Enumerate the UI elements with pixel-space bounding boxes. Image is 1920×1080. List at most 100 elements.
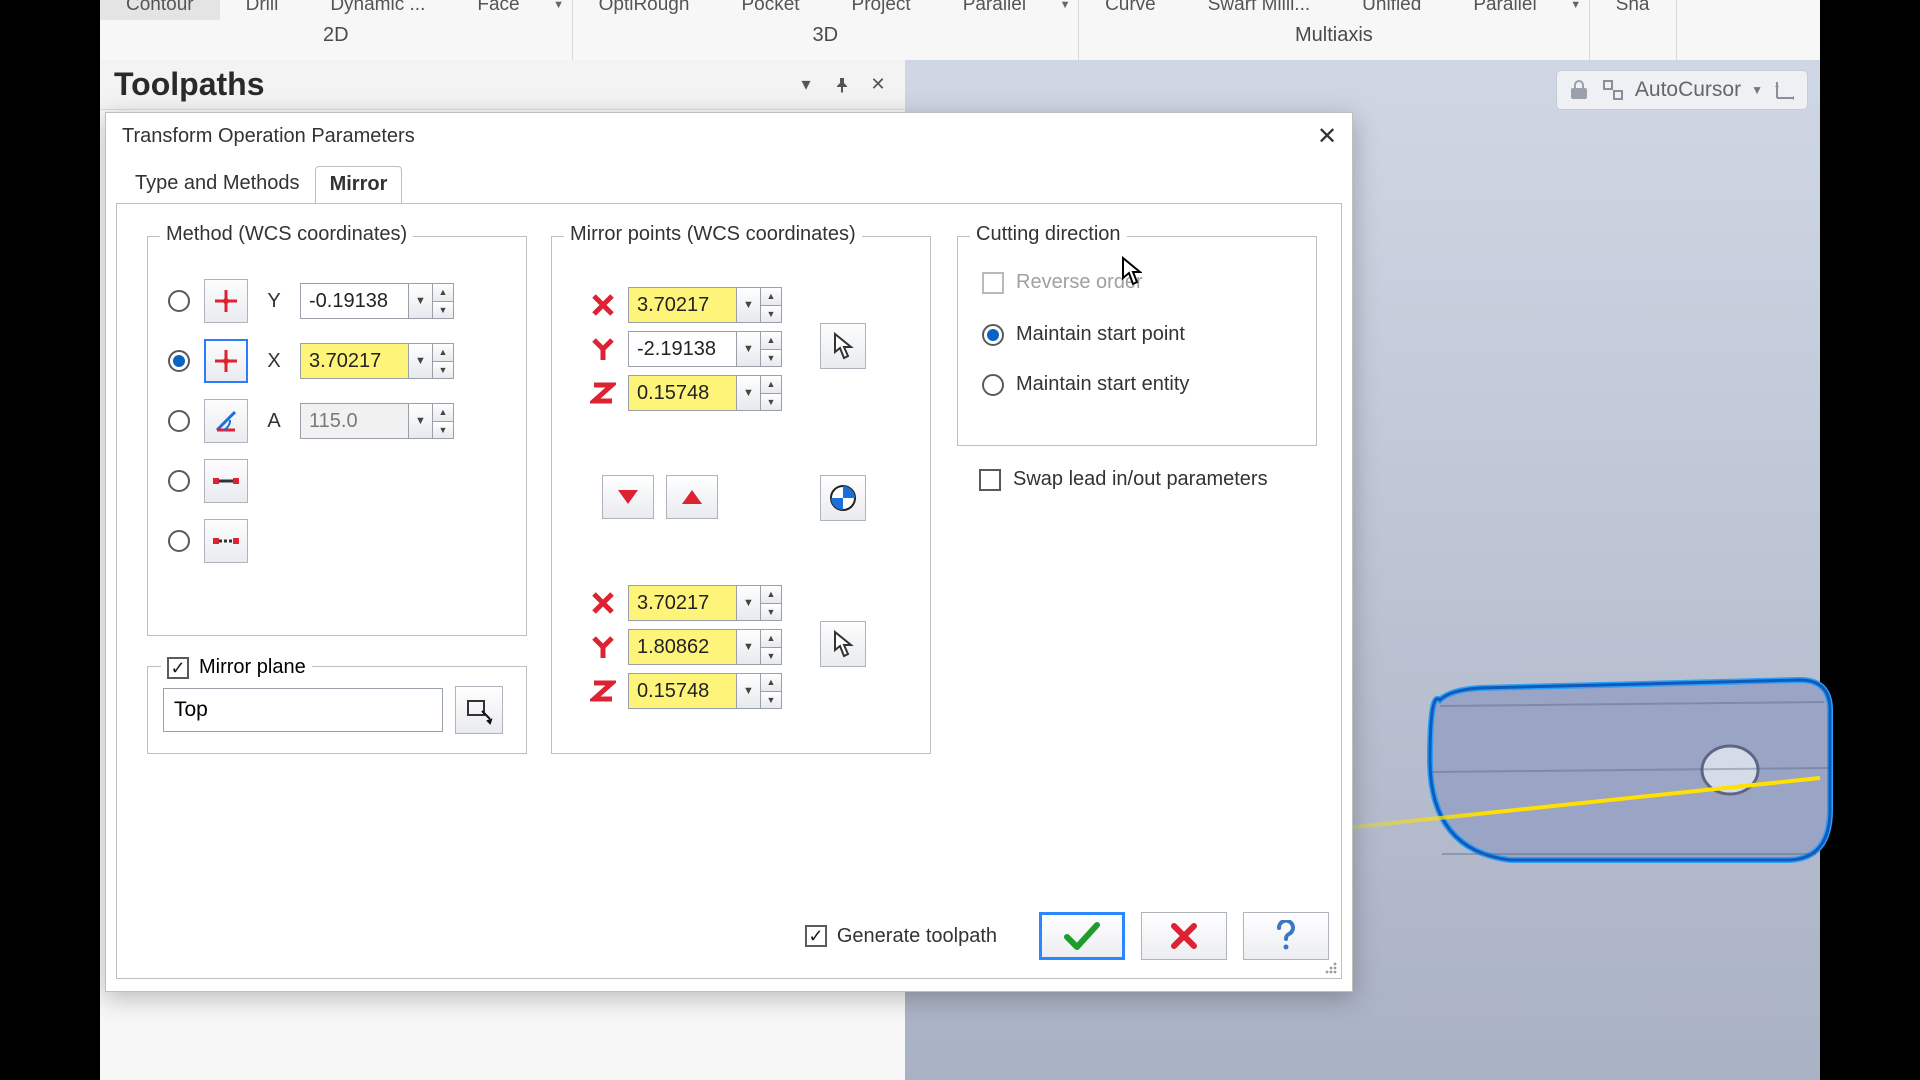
target-center-button[interactable] (820, 475, 866, 521)
method-icon-line[interactable] (204, 459, 248, 503)
method-y-down-icon[interactable]: ▼ (432, 301, 454, 320)
mp1-z-input[interactable] (628, 375, 736, 411)
ribbon-tab[interactable]: Swarf Milli... (1182, 0, 1336, 20)
method-y-dd-icon[interactable]: ▼ (408, 283, 432, 319)
mp2-pick-button[interactable] (820, 621, 866, 667)
method-icon-x[interactable] (204, 339, 248, 383)
generate-toolpath-row[interactable]: ✓ Generate toolpath (805, 925, 997, 948)
ribbon-group-dd-icon[interactable]: ▼ (1052, 0, 1078, 20)
method-x-input[interactable] (300, 343, 408, 379)
maintain-point-row[interactable]: Maintain start point (982, 323, 1185, 346)
maintain-entity-radio[interactable] (982, 374, 1004, 396)
swap-down-button[interactable] (602, 475, 654, 519)
mp2-x-dd[interactable]: ▼ (736, 585, 760, 621)
mp1-y-input[interactable] (628, 331, 736, 367)
ribbon-tab[interactable]: Unified (1336, 0, 1447, 20)
mp1-y-dd[interactable]: ▼ (736, 331, 760, 367)
method-radio-2pts[interactable] (168, 530, 190, 552)
ribbon-tab[interactable]: Curve (1079, 0, 1182, 20)
ribbon-tab[interactable]: Dynamic ... (304, 0, 451, 20)
mp1-y-dn[interactable]: ▼ (760, 349, 782, 368)
mp2-y-spinner[interactable]: ▼▲▼ (628, 629, 782, 665)
mp1-z-up[interactable]: ▲ (760, 375, 782, 393)
tab-type-methods[interactable]: Type and Methods (120, 165, 315, 203)
method-icon-y[interactable] (204, 279, 248, 323)
cancel-button[interactable] (1141, 912, 1227, 960)
mp2-z-dn[interactable]: ▼ (760, 691, 782, 710)
ribbon-tab[interactable]: Sha (1590, 0, 1676, 20)
method-radio-line[interactable] (168, 470, 190, 492)
ribbon-tab[interactable]: Project (826, 0, 937, 20)
mp1-z-dn[interactable]: ▼ (760, 393, 782, 412)
mp2-z-spinner[interactable]: ▼▲▼ (628, 673, 782, 709)
mp2-y-up[interactable]: ▲ (760, 629, 782, 647)
mp2-y-dn[interactable]: ▼ (760, 647, 782, 666)
ribbon-group-dd-icon[interactable]: ▼ (1563, 0, 1589, 20)
panel-close-icon[interactable]: ✕ (865, 72, 891, 98)
maintain-entity-row[interactable]: Maintain start entity (982, 373, 1189, 396)
method-icon-2pts[interactable] (204, 519, 248, 563)
method-a-dd-icon[interactable]: ▼ (408, 403, 432, 439)
method-radio-x[interactable] (168, 350, 190, 372)
ok-button[interactable] (1039, 912, 1125, 960)
method-y-spinner[interactable]: ▼ ▲▼ (300, 283, 454, 319)
mp1-y-up[interactable]: ▲ (760, 331, 782, 349)
mp1-x-spinner[interactable]: ▼▲▼ (628, 287, 782, 323)
mp1-pick-button[interactable] (820, 323, 866, 369)
mp2-z-input[interactable] (628, 673, 736, 709)
panel-pin-icon[interactable] (829, 72, 855, 98)
ribbon-tab[interactable]: Contour (100, 0, 220, 20)
mp1-x-input[interactable] (628, 287, 736, 323)
mp2-x-spinner[interactable]: ▼▲▼ (628, 585, 782, 621)
mp2-z-up[interactable]: ▲ (760, 673, 782, 691)
mp1-x-dd[interactable]: ▼ (736, 287, 760, 323)
method-y-input[interactable] (300, 283, 408, 319)
mp2-x-dn[interactable]: ▼ (760, 603, 782, 622)
mp2-y-dd[interactable]: ▼ (736, 629, 760, 665)
mp2-x-up[interactable]: ▲ (760, 585, 782, 603)
ribbon-tab[interactable]: Parallel (1447, 0, 1562, 20)
mp1-z-spinner[interactable]: ▼▲▼ (628, 375, 782, 411)
method-a-up-icon[interactable]: ▲ (432, 403, 454, 421)
method-y-up-icon[interactable]: ▲ (432, 283, 454, 301)
method-radio-y[interactable] (168, 290, 190, 312)
ribbon-tab[interactable]: Drill (220, 0, 305, 20)
mp1-x-dn[interactable]: ▼ (760, 305, 782, 324)
ribbon-tab[interactable]: Face (451, 0, 545, 20)
mp1-z-dd[interactable]: ▼ (736, 375, 760, 411)
method-x-down-icon[interactable]: ▼ (432, 361, 454, 380)
mp2-z-dd[interactable]: ▼ (736, 673, 760, 709)
ribbon-tab[interactable]: Parallel (937, 0, 1052, 20)
method-icon-angle[interactable] (204, 399, 248, 443)
autocursor-toolbar[interactable]: AutoCursor ▼ (1556, 70, 1808, 110)
ribbon-group-dd-icon[interactable]: ▼ (546, 0, 572, 20)
method-a-down-icon[interactable]: ▼ (432, 421, 454, 440)
dialog-close-button[interactable]: ✕ (1310, 119, 1344, 153)
axes-icon[interactable] (1773, 78, 1797, 102)
panel-dropdown-icon[interactable]: ▾ (793, 72, 819, 98)
swap-lead-row[interactable]: ✓ Swap lead in/out parameters (979, 468, 1268, 491)
ribbon-tab[interactable]: OptiRough (573, 0, 716, 20)
swap-up-button[interactable] (666, 475, 718, 519)
ribbon-tab[interactable]: Pocket (715, 0, 825, 20)
maintain-point-radio[interactable] (982, 324, 1004, 346)
method-x-dd-icon[interactable]: ▼ (408, 343, 432, 379)
generate-toolpath-checkbox[interactable]: ✓ (805, 925, 827, 947)
mirror-plane-checkbox-row[interactable]: ✓ Mirror plane (161, 656, 312, 679)
swap-lead-checkbox[interactable]: ✓ (979, 469, 1001, 491)
method-x-up-icon[interactable]: ▲ (432, 343, 454, 361)
method-x-spinner[interactable]: ▼ ▲▼ (300, 343, 454, 379)
mirror-plane-input[interactable] (163, 688, 443, 732)
method-radio-a[interactable] (168, 410, 190, 432)
mirror-plane-pick-button[interactable] (455, 686, 503, 734)
mirror-plane-checkbox[interactable]: ✓ (167, 657, 189, 679)
mp2-x-input[interactable] (628, 585, 736, 621)
autocursor-dd-icon[interactable]: ▼ (1751, 83, 1763, 97)
mp1-x-up[interactable]: ▲ (760, 287, 782, 305)
method-a-spinner[interactable]: ▼ ▲▼ (300, 403, 454, 439)
help-button[interactable] (1243, 912, 1329, 960)
tab-mirror[interactable]: Mirror (315, 166, 403, 204)
mp1-y-spinner[interactable]: ▼▲▼ (628, 331, 782, 367)
mp2-y-input[interactable] (628, 629, 736, 665)
resize-grip-icon[interactable] (1322, 959, 1338, 975)
